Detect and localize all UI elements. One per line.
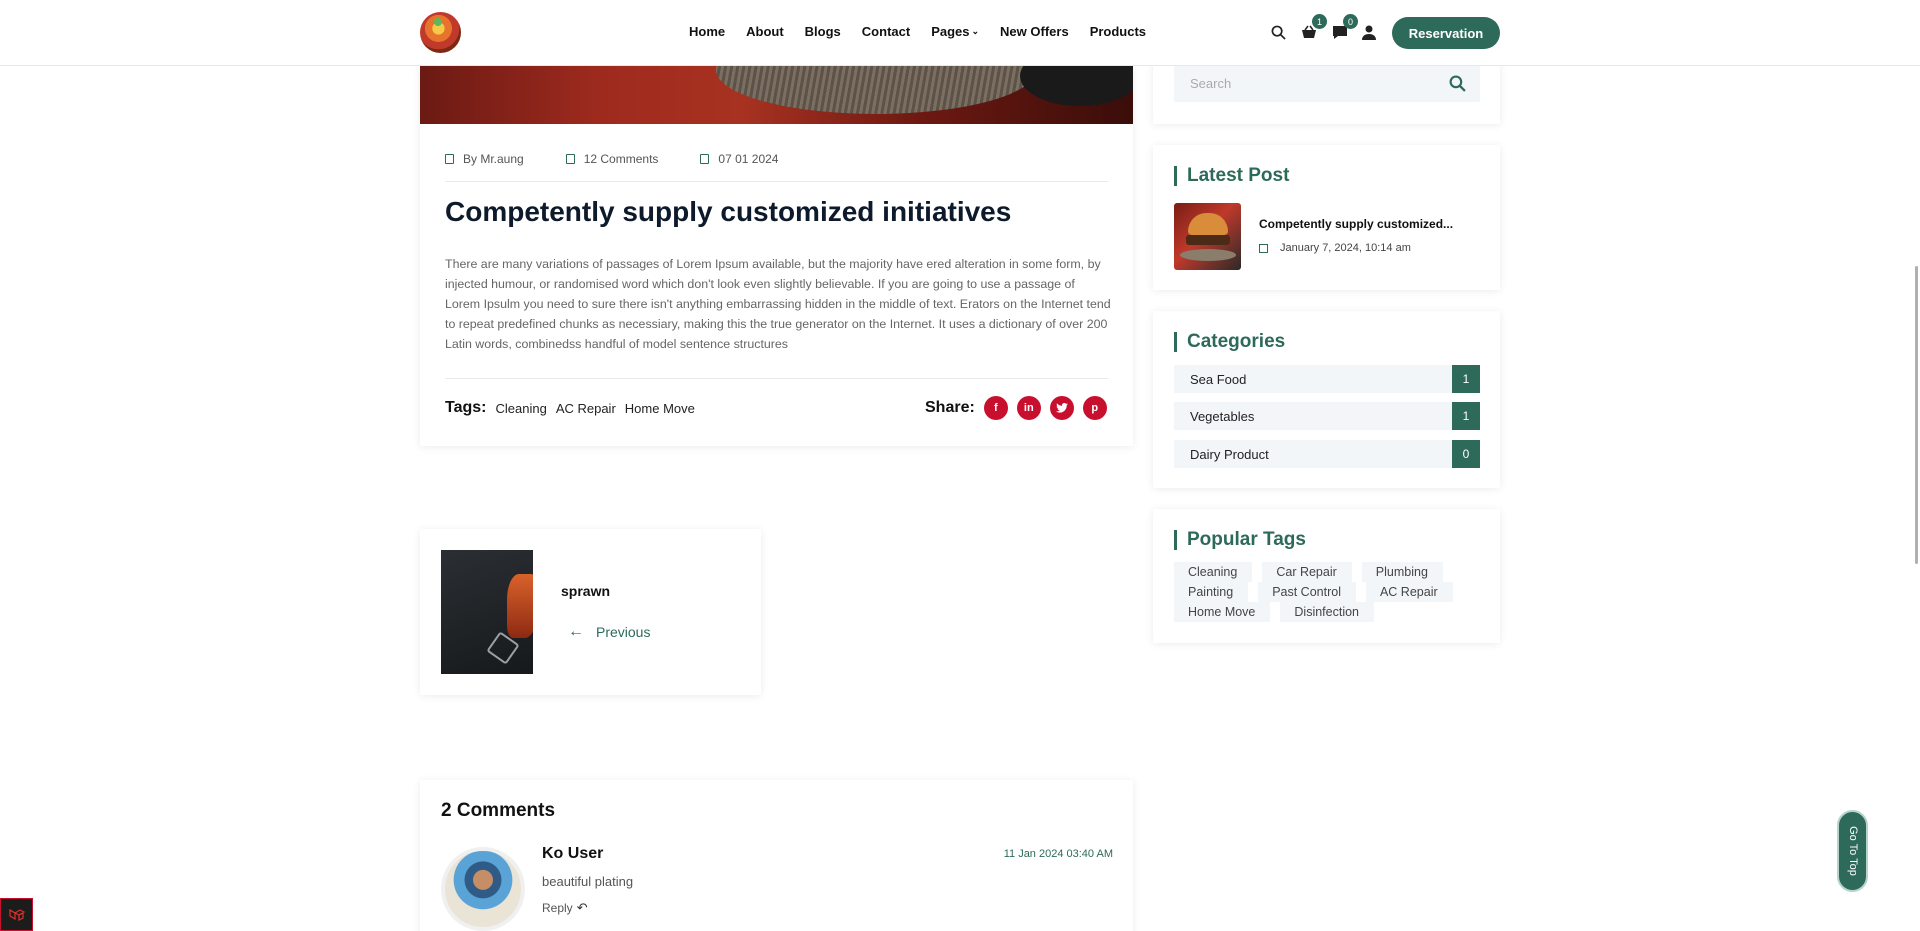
sidebar-latest-post: Latest Post Competently supply customize… xyxy=(1153,145,1500,290)
tag-link[interactable]: Home Move xyxy=(625,401,695,416)
previous-link[interactable]: ← Previous xyxy=(568,623,650,641)
popular-tag[interactable]: Home Move xyxy=(1174,602,1271,622)
comment-author: Ko User xyxy=(542,845,604,862)
popular-tag[interactable]: Cleaning xyxy=(1174,562,1253,582)
article-hero-image xyxy=(420,66,1133,124)
category-item[interactable]: Sea Food 1 xyxy=(1174,365,1480,393)
user-icon xyxy=(445,154,454,164)
sidebar-categories: Categories Sea Food 1 Vegetables 1 Dairy… xyxy=(1153,311,1500,488)
main-nav: Home About Blogs Contact Pages ⌄ New Offe… xyxy=(689,24,1167,39)
reply-button[interactable]: Reply ↶ xyxy=(542,900,588,916)
category-name: Vegetables xyxy=(1190,409,1255,424)
go-to-top-label: Go To Top xyxy=(1846,826,1859,876)
divider xyxy=(445,378,1108,379)
user-icon[interactable] xyxy=(1359,22,1379,42)
article-comment-count: 12 Comments xyxy=(583,152,659,166)
latest-post-date-text: January 7, 2024, 10:14 am xyxy=(1280,242,1411,254)
calendar-icon xyxy=(1259,243,1268,253)
previous-post-thumbnail xyxy=(441,550,533,674)
latest-post-thumbnail[interactable] xyxy=(1174,203,1241,270)
cart-count-badge: 1 xyxy=(1312,14,1327,29)
comment-icon xyxy=(565,154,575,164)
nav-products[interactable]: Products xyxy=(1090,24,1146,39)
categories-title: Categories xyxy=(1174,332,1285,352)
reservation-button[interactable]: Reservation xyxy=(1392,17,1500,49)
nav-pages-label: Pages xyxy=(931,24,970,39)
sidebar-popular-tags: Popular Tags Cleaning Car Repair Plumbin… xyxy=(1153,509,1500,643)
popular-tags-list: Cleaning Car Repair Plumbing Painting Pa… xyxy=(1174,562,1480,622)
nav-pages[interactable]: Pages ⌄ xyxy=(931,24,979,39)
tags-label: Tags: xyxy=(445,399,487,416)
search-input[interactable] xyxy=(1174,65,1434,102)
basket-icon[interactable]: 1 xyxy=(1299,14,1327,42)
pinterest-icon[interactable]: p xyxy=(1082,396,1107,420)
share-label: Share: xyxy=(925,399,975,416)
go-to-top-button[interactable]: Go To Top xyxy=(1837,810,1868,892)
comments-title: 2 Comments xyxy=(441,800,556,821)
category-item[interactable]: Vegetables 1 xyxy=(1174,402,1480,430)
article-author: By Mr.aung xyxy=(463,152,524,166)
latest-post-date: January 7, 2024, 10:14 am xyxy=(1259,242,1411,254)
debug-toolbar-icon[interactable] xyxy=(0,898,33,931)
popular-tag[interactable]: AC Repair xyxy=(1365,582,1453,602)
site-logo[interactable] xyxy=(420,12,461,53)
reply-label: Reply xyxy=(542,901,573,915)
facebook-icon[interactable]: f xyxy=(983,396,1008,420)
message-count-badge: 0 xyxy=(1343,14,1358,29)
reply-icon: ↶ xyxy=(576,900,588,915)
comment-date: 11 Jan 2024 03:40 AM xyxy=(1003,848,1113,860)
calendar-icon xyxy=(700,154,710,164)
category-count: 1 xyxy=(1452,402,1480,430)
comment-text: beautiful plating xyxy=(542,874,634,889)
article-title: Competently supply customized initiative… xyxy=(445,196,1012,227)
popular-tag[interactable]: Plumbing xyxy=(1361,562,1443,582)
avatar xyxy=(441,847,525,931)
article-date: 07 01 2024 xyxy=(718,152,779,166)
site-header: Home About Blogs Contact Pages ⌄ New Offe… xyxy=(0,0,1920,66)
category-name: Dairy Product xyxy=(1190,447,1269,462)
message-icon[interactable]: 0 xyxy=(1330,14,1358,42)
twitter-icon[interactable] xyxy=(1049,396,1074,420)
previous-post-title: sprawn xyxy=(561,583,611,599)
popular-tag[interactable]: Painting xyxy=(1174,582,1249,602)
page-scrollbar[interactable] xyxy=(1915,266,1918,564)
category-count: 1 xyxy=(1452,365,1480,393)
category-item[interactable]: Dairy Product 0 xyxy=(1174,440,1480,468)
nav-blogs[interactable]: Blogs xyxy=(805,24,841,39)
nav-about[interactable]: About xyxy=(746,24,784,39)
popular-tag[interactable]: Past Control xyxy=(1258,582,1356,602)
nav-new-offers[interactable]: New Offers xyxy=(1000,24,1069,39)
comments-section: 2 Comments Ko User beautiful plating Rep… xyxy=(420,780,1133,931)
category-name: Sea Food xyxy=(1190,372,1247,387)
article-meta: By Mr.aung 12 Comments 07 01 2024 xyxy=(445,152,820,166)
category-count: 0 xyxy=(1452,440,1480,468)
share-bar: Share: f in p xyxy=(925,396,1116,420)
search-field xyxy=(1174,65,1480,102)
nav-contact[interactable]: Contact xyxy=(862,24,910,39)
article-body: There are many variations of passages of… xyxy=(445,257,1111,351)
blog-article: By Mr.aung 12 Comments 07 01 2024 Compet… xyxy=(420,66,1133,446)
previous-link-label: Previous xyxy=(596,624,651,640)
latest-post-title: Latest Post xyxy=(1174,166,1289,186)
previous-post-card[interactable]: sprawn ← Previous xyxy=(420,529,761,695)
popular-tags-title: Popular Tags xyxy=(1174,530,1306,550)
search-icon[interactable] xyxy=(1449,75,1466,92)
latest-post-link[interactable]: Competently supply customized... xyxy=(1259,217,1453,231)
linkedin-icon[interactable]: in xyxy=(1016,396,1041,420)
tag-link[interactable]: Cleaning xyxy=(495,401,546,416)
popular-tag[interactable]: Car Repair xyxy=(1262,562,1352,582)
search-icon[interactable] xyxy=(1268,22,1288,42)
tag-link[interactable]: AC Repair xyxy=(556,401,616,416)
divider xyxy=(445,181,1108,182)
arrow-left-icon: ← xyxy=(568,623,584,640)
chevron-down-icon: ⌄ xyxy=(971,26,980,36)
popular-tag[interactable]: Disinfection xyxy=(1280,602,1375,622)
article-tags: Tags: Cleaning AC Repair Home Move xyxy=(445,399,704,417)
nav-home[interactable]: Home xyxy=(689,24,725,39)
